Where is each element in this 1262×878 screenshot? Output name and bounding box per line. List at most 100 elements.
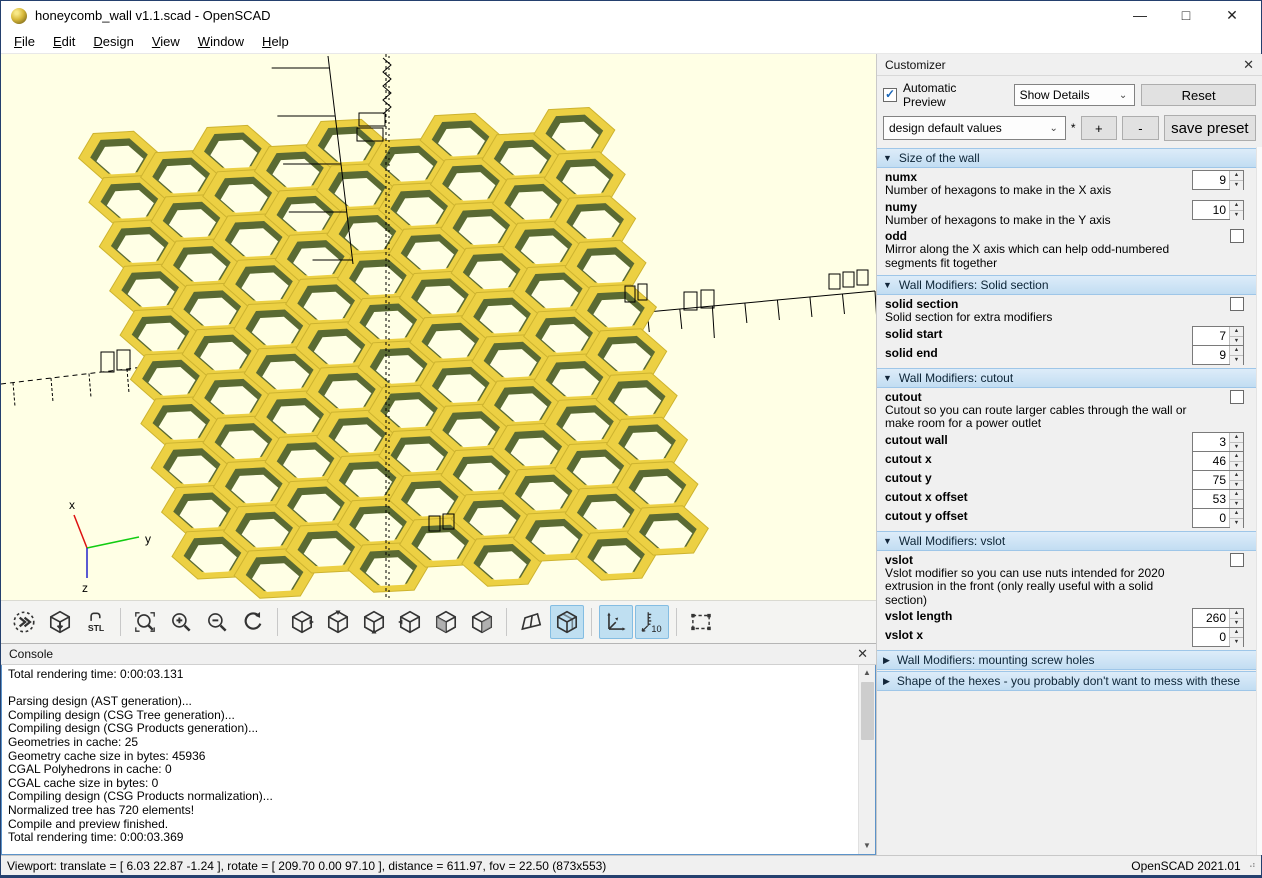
cutout-x-spinbox[interactable]: 46▲▼ <box>1192 451 1244 471</box>
param-name: cutout y <box>885 471 1194 485</box>
console-scrollbar[interactable]: ▲ ▼ <box>858 665 875 854</box>
expand-icon: ▶ <box>883 655 890 666</box>
maximize-button[interactable]: □ <box>1175 7 1197 24</box>
menu-window[interactable]: Window <box>189 31 253 52</box>
vslot-x-spinbox[interactable]: 0▲▼ <box>1192 627 1244 647</box>
customizer-close-icon[interactable]: ✕ <box>1243 57 1254 73</box>
spin-down-icon[interactable]: ▼ <box>1230 181 1243 190</box>
view-front-button[interactable] <box>429 605 463 639</box>
cutout-x-offset-spinbox[interactable]: 53▲▼ <box>1192 489 1244 509</box>
zoom-out-button[interactable] <box>200 605 234 639</box>
numx-spinbox[interactable]: 9▲▼ <box>1192 170 1244 190</box>
section-header-5[interactable]: ▶Wall Modifiers: mounting screw holes <box>877 650 1256 670</box>
param-description: Mirror along the X axis which can help o… <box>885 243 1194 270</box>
menu-view[interactable]: View <box>143 31 189 52</box>
odd-checkbox[interactable] <box>1230 229 1244 243</box>
spin-down-icon[interactable]: ▼ <box>1230 356 1243 365</box>
vslot-checkbox[interactable] <box>1230 553 1244 567</box>
scroll-thumb[interactable] <box>861 682 874 740</box>
view-all-button[interactable] <box>684 605 718 639</box>
solid-end-spinbox[interactable]: 9▲▼ <box>1192 345 1244 365</box>
preset-dropdown[interactable]: design default values ⌄ <box>883 116 1066 140</box>
reset-view-icon <box>240 609 266 635</box>
menu-help[interactable]: Help <box>253 31 298 52</box>
zoom-all-button[interactable] <box>128 605 162 639</box>
details-dropdown[interactable]: Show Details ⌄ <box>1014 84 1136 106</box>
export-stl-button[interactable]: STL <box>79 605 113 639</box>
cutout-checkbox[interactable] <box>1230 390 1244 404</box>
section-title: Wall Modifiers: cutout <box>899 371 1013 385</box>
zoom-in-button[interactable] <box>164 605 198 639</box>
save-preset-button[interactable]: save preset <box>1164 115 1256 141</box>
toolbar-separator <box>120 608 121 636</box>
version-label: OpenSCAD 2021.01 <box>1131 859 1240 873</box>
customizer-scrollbar[interactable] <box>1256 147 1262 855</box>
close-button[interactable]: ✕ <box>1221 7 1243 24</box>
spin-up-icon[interactable]: ▲ <box>1230 452 1243 462</box>
collapse-icon: ▼ <box>883 373 892 383</box>
section-header-4[interactable]: ▼Wall Modifiers: vslot <box>877 531 1256 551</box>
console-close-icon[interactable]: ✕ <box>857 646 868 662</box>
param-name: solid section <box>885 297 1194 311</box>
spin-up-icon[interactable]: ▲ <box>1230 609 1243 619</box>
spin-up-icon[interactable]: ▲ <box>1230 509 1243 519</box>
render-button[interactable] <box>43 605 77 639</box>
spin-down-icon[interactable]: ▼ <box>1230 211 1243 220</box>
menu-design[interactable]: Design <box>84 31 142 52</box>
view-all-icon <box>688 609 714 635</box>
modified-indicator: * <box>1071 121 1076 135</box>
param-vslot: vslotVslot modifier so you can use nuts … <box>877 552 1256 609</box>
view-right-button[interactable] <box>285 605 319 639</box>
show-axes-button[interactable] <box>599 605 633 639</box>
solid-start-spinbox[interactable]: 7▲▼ <box>1192 326 1244 346</box>
preview-button[interactable] <box>7 605 41 639</box>
scroll-up-arrow[interactable]: ▲ <box>859 665 875 681</box>
spin-up-icon[interactable]: ▲ <box>1230 490 1243 500</box>
show-scale-markers-button[interactable]: 10 <box>635 605 669 639</box>
menu-file[interactable]: File <box>5 31 44 52</box>
param-description: Vslot modifier so you can use nuts inten… <box>885 567 1194 608</box>
section-header-1[interactable]: ▼Size of the wall <box>877 148 1256 168</box>
cutout-wall-spinbox[interactable]: 3▲▼ <box>1192 432 1244 452</box>
remove-preset-button[interactable]: - <box>1122 116 1159 140</box>
spin-up-icon[interactable]: ▲ <box>1230 346 1243 356</box>
section-header-6[interactable]: ▶Shape of the hexes - you probably don't… <box>877 671 1256 691</box>
view-left-button[interactable] <box>393 605 427 639</box>
spin-down-icon[interactable]: ▼ <box>1230 519 1243 528</box>
3d-viewport[interactable]: xyz <box>1 54 876 600</box>
cutout-y-offset-spinbox[interactable]: 0▲▼ <box>1192 508 1244 528</box>
param-cutout-y: cutout y75▲▼ <box>877 470 1256 489</box>
spin-up-icon[interactable]: ▲ <box>1230 471 1243 481</box>
view-back-button[interactable] <box>465 605 499 639</box>
automatic-preview-checkbox[interactable] <box>883 88 897 102</box>
reset-view-button[interactable] <box>236 605 270 639</box>
zoom-out-icon <box>204 609 230 635</box>
resize-grip[interactable]: ⠴ <box>1249 860 1255 871</box>
menu-edit[interactable]: Edit <box>44 31 84 52</box>
section-header-2[interactable]: ▼Wall Modifiers: Solid section <box>877 275 1256 295</box>
section-header-3[interactable]: ▼ Wall Modifiers: cutout <box>877 368 1256 388</box>
cutout-y-spinbox[interactable]: 75▲▼ <box>1192 470 1244 490</box>
minimize-button[interactable]: — <box>1129 7 1151 24</box>
perspective-button[interactable] <box>514 605 548 639</box>
spin-up-icon[interactable]: ▲ <box>1230 171 1243 181</box>
spin-down-icon[interactable]: ▼ <box>1230 638 1243 647</box>
viewport-canvas[interactable]: xyz <box>1 54 876 600</box>
add-preset-button[interactable]: + <box>1081 116 1118 140</box>
scroll-down-arrow[interactable]: ▼ <box>859 838 875 854</box>
vslot-length-spinbox[interactable]: 260▲▼ <box>1192 608 1244 628</box>
spin-up-icon[interactable]: ▲ <box>1230 327 1243 337</box>
spin-up-icon[interactable]: ▲ <box>1230 628 1243 638</box>
reset-button[interactable]: Reset <box>1141 84 1256 106</box>
solid-section-checkbox[interactable] <box>1230 297 1244 311</box>
spin-up-icon[interactable]: ▲ <box>1230 201 1243 211</box>
console-output[interactable]: Total rendering time: 0:00:03.131 Parsin… <box>2 665 858 854</box>
param-name: cutout x <box>885 452 1194 466</box>
z-axis-hatch-marks <box>383 58 391 114</box>
orthographic-button[interactable] <box>550 605 584 639</box>
view-bottom-button[interactable] <box>357 605 391 639</box>
collapse-icon: ▼ <box>883 536 892 546</box>
spin-up-icon[interactable]: ▲ <box>1230 433 1243 443</box>
view-top-button[interactable] <box>321 605 355 639</box>
numy-spinbox[interactable]: 10▲▼ <box>1192 200 1244 220</box>
